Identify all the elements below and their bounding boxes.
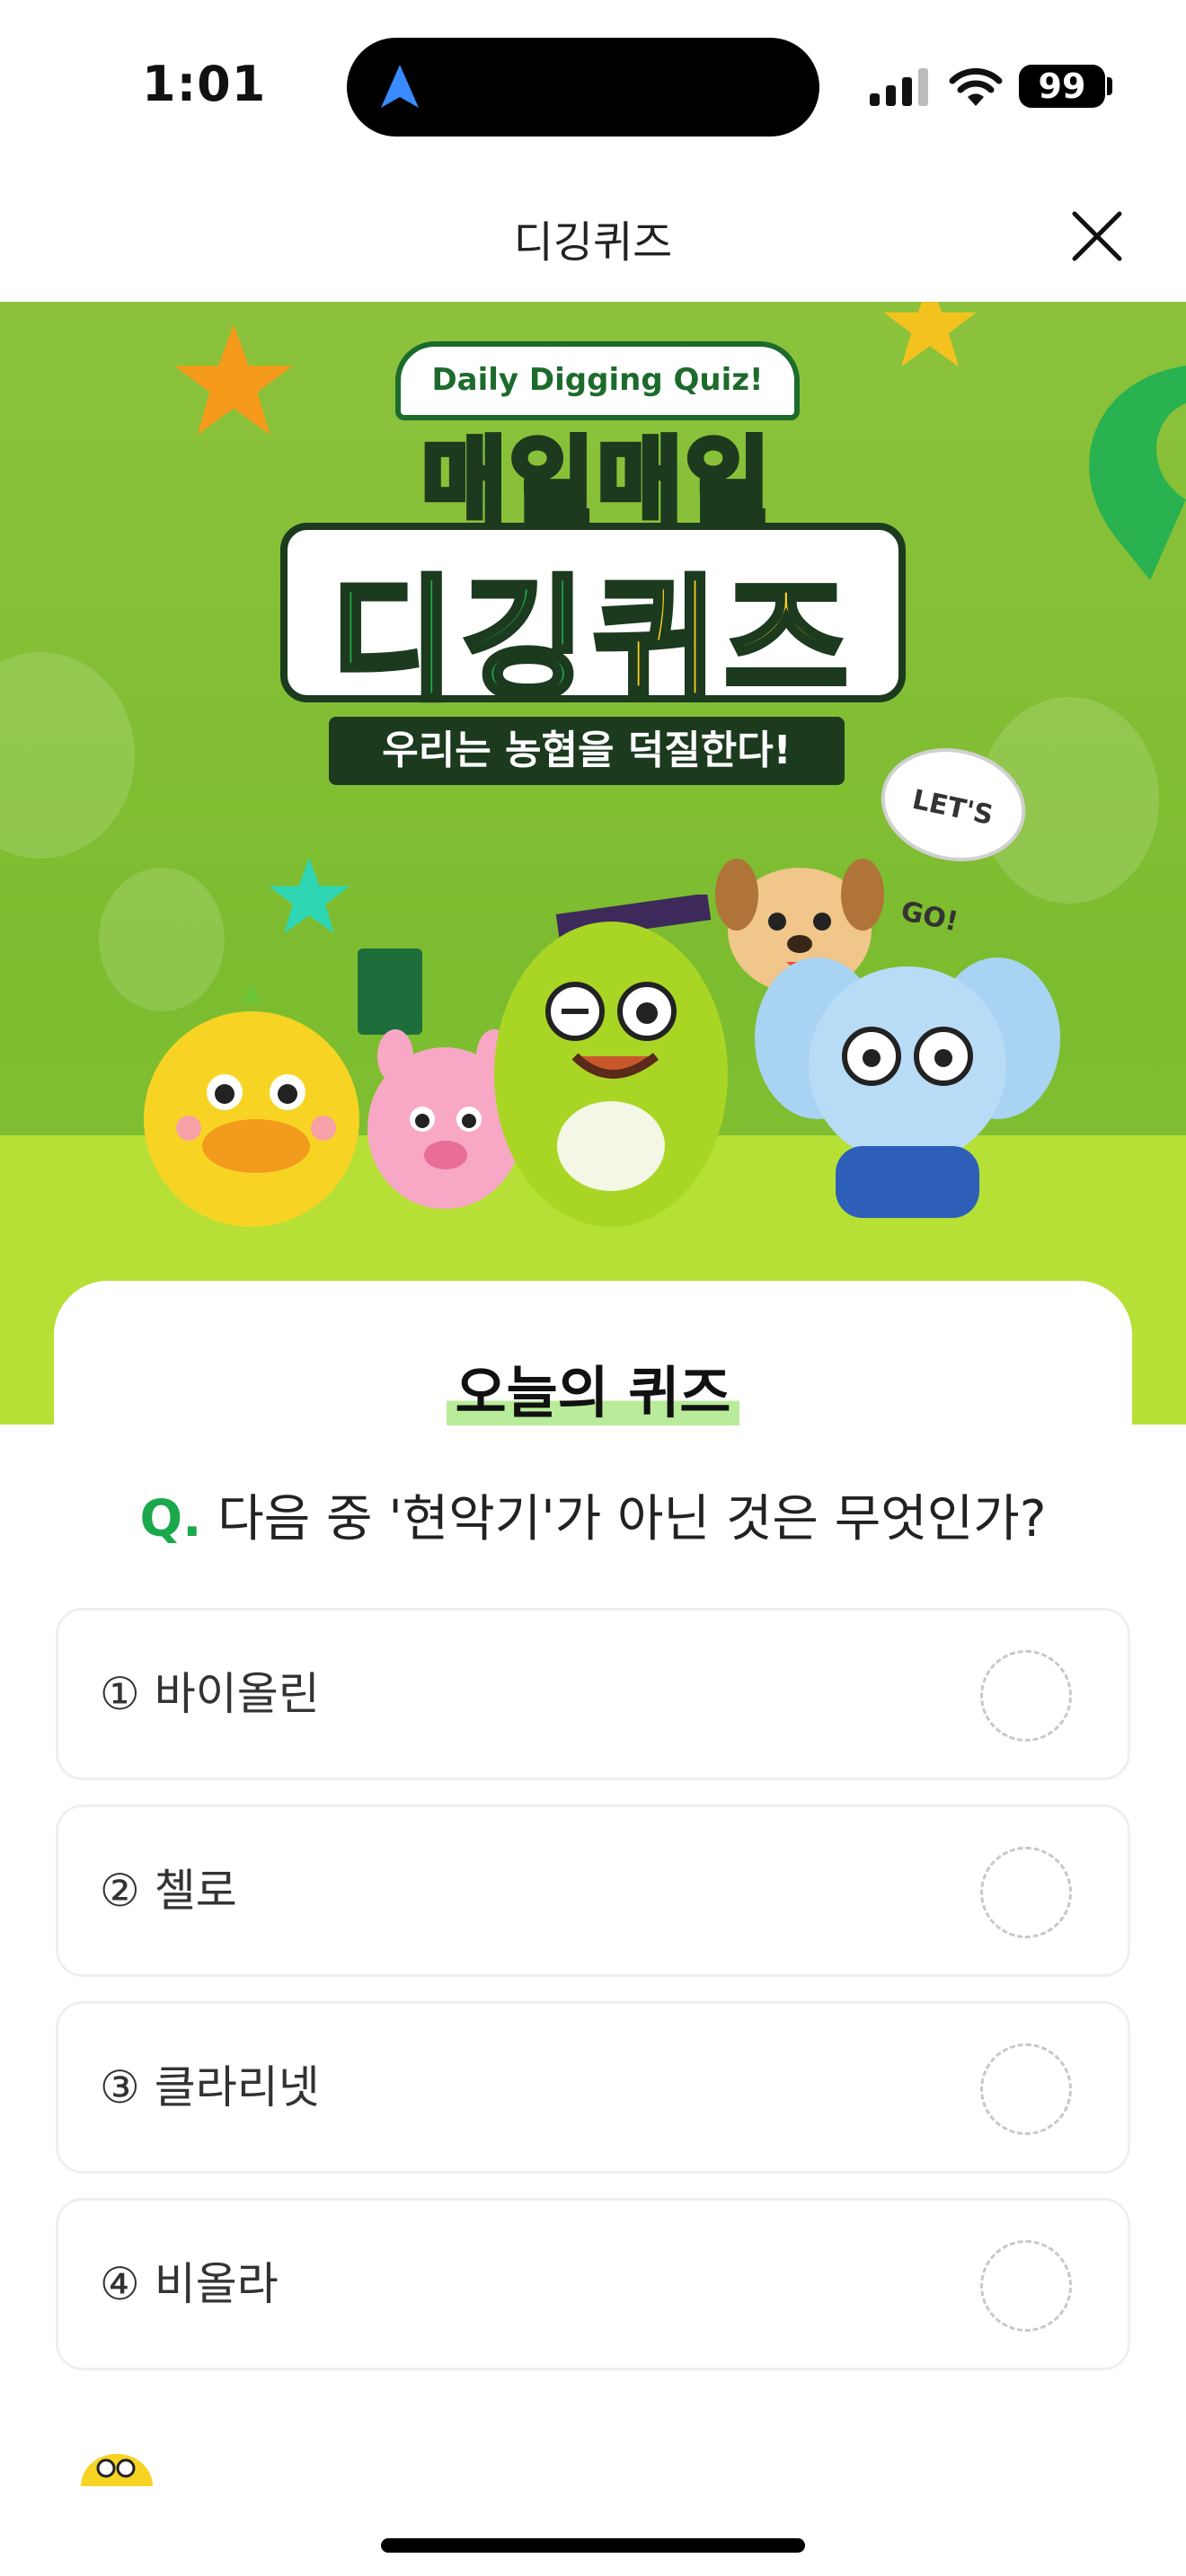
answer-option-3[interactable]: ③ 클라리넷 — [56, 2001, 1130, 2174]
banner-title-main-part2: 퀴즈 — [590, 560, 856, 722]
answer-radio[interactable] — [980, 1650, 1072, 1742]
quiz-heading: 오늘의 퀴즈 — [0, 1347, 1186, 1428]
home-indicator[interactable] — [381, 2538, 805, 2553]
answer-option-label: ① 바이올린 — [100, 1668, 320, 1720]
answer-radio[interactable] — [980, 2240, 1072, 2332]
status-bar: 1:01 99 — [0, 0, 1186, 171]
page-title: 디깅퀴즈 — [513, 217, 673, 268]
wifi-icon — [949, 67, 1003, 106]
battery-indicator: 99 — [1019, 65, 1105, 108]
quiz-heading-text: 오늘의 퀴즈 — [446, 1360, 740, 1425]
mascot-green-graduate — [494, 895, 728, 1227]
banner-title-top: 매일매일 — [419, 426, 774, 539]
answer-radio[interactable] — [980, 2043, 1072, 2135]
answer-option-1[interactable]: ① 바이올린 — [56, 1608, 1130, 1780]
answer-option-4[interactable]: ④ 비올라 — [56, 2198, 1130, 2370]
question-prefix: Q. — [139, 1490, 202, 1548]
yellow-star-icon — [883, 302, 977, 367]
balloon-decoration — [0, 652, 135, 859]
orange-star-icon — [174, 324, 293, 436]
quiz-question: Q. 다음 중 '현악기'가 아닌 것은 무엇인가? — [0, 1478, 1186, 1551]
location-arrow-icon — [381, 65, 419, 108]
battery-cap — [1107, 77, 1112, 95]
answer-option-label: ④ 비올라 — [100, 2258, 279, 2310]
mascot-yellow-bird — [144, 984, 359, 1227]
green-ribbon-icon — [1089, 366, 1186, 580]
question-text: 다음 중 '현악기'가 아닌 것은 무엇인가? — [217, 1490, 1047, 1548]
mascot-blue-elephant — [755, 957, 1060, 1218]
answer-option-label: ③ 클라리넷 — [100, 2061, 320, 2113]
close-icon[interactable] — [1066, 205, 1128, 268]
answer-option-label: ② 첼로 — [100, 1865, 237, 1917]
page-header: 디깅퀴즈 — [0, 171, 1186, 302]
banner-title-main-part1: 디깅 — [328, 560, 593, 722]
banner-title-main: 디깅퀴즈 — [280, 532, 906, 727]
answer-option-2[interactable]: ② 첼로 — [56, 1804, 1130, 1977]
status-time: 1:01 — [142, 56, 267, 112]
cellular-signal-icon — [870, 68, 928, 106]
teal-star-icon — [268, 857, 350, 934]
mascot-peek-icon — [81, 2454, 153, 2486]
banner-slogan: 우리는 농협을 덕질한다! — [329, 717, 845, 785]
quiz-banner: Daily Digging Quiz! 매일매일 디깅퀴즈 우리는 농협을 덕질… — [0, 302, 1186, 1425]
answer-radio[interactable] — [980, 1847, 1072, 1938]
